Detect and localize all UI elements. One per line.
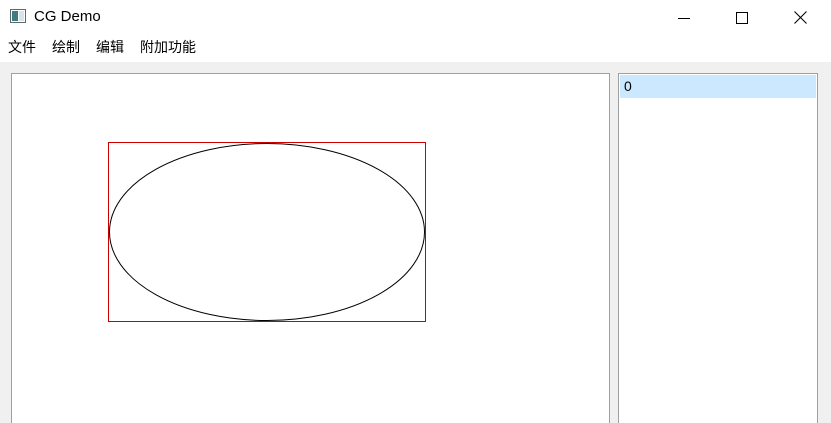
list-item[interactable]: 0 bbox=[620, 75, 816, 98]
list-item-label: 0 bbox=[624, 78, 632, 94]
shape-list-panel[interactable]: 0 bbox=[618, 73, 818, 423]
menu-draw[interactable]: 绘制 bbox=[44, 35, 88, 62]
ellipse-shape[interactable] bbox=[109, 143, 425, 321]
menu-file[interactable]: 文件 bbox=[0, 35, 44, 62]
title-bar[interactable]: CG Demo bbox=[0, 0, 831, 35]
close-button[interactable] bbox=[771, 0, 829, 35]
window-title: CG Demo bbox=[34, 8, 101, 25]
minimize-icon bbox=[678, 17, 690, 19]
app-window-icon bbox=[10, 9, 26, 23]
menu-edit[interactable]: 编辑 bbox=[88, 35, 132, 62]
drawing-canvas[interactable] bbox=[11, 73, 610, 423]
close-icon bbox=[793, 11, 807, 24]
menu-bar: 文件 绘制 编辑 附加功能 bbox=[0, 35, 831, 62]
maximize-button[interactable] bbox=[713, 0, 771, 35]
canvas-drawing bbox=[108, 142, 426, 322]
minimize-button[interactable] bbox=[655, 0, 713, 35]
maximize-icon bbox=[736, 11, 748, 24]
menu-extras[interactable]: 附加功能 bbox=[132, 35, 204, 62]
app-window: CG Demo 文件 绘制 编辑 附加功能 0 bbox=[0, 0, 831, 423]
